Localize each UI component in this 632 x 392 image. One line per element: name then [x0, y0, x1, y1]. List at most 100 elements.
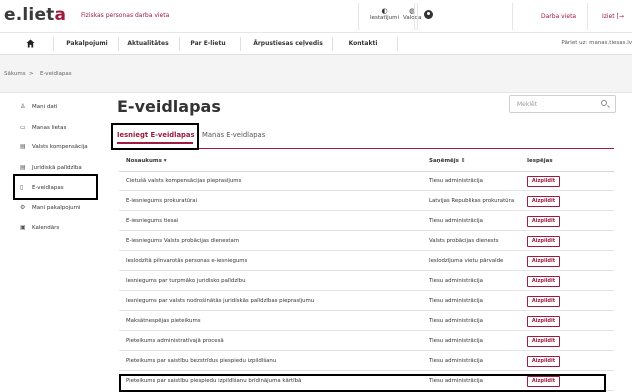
search-placeholder: Meklēt	[517, 101, 538, 108]
table-row: Cietušā valsts kompensācijas pieprasījum…	[119, 172, 614, 191]
form-name-cell: Pieteikums administratīvajā procesā	[126, 338, 224, 344]
sidebar-item-valsts-kompensacija[interactable]: ▤ Valsts kompensācija	[20, 143, 88, 150]
nav-item-aktualitates[interactable]: Aktualitātes	[122, 33, 174, 55]
column-header-iespejas: Iespējas	[527, 158, 553, 164]
calendar-icon: ▣	[20, 224, 26, 231]
recipient-cell: Tiesu administrācija	[429, 178, 483, 184]
logout-link[interactable]: Iziet [→	[602, 13, 624, 20]
sidebar-item-label: Manas lietas	[32, 125, 67, 131]
recipient-cell: Tiesu administrācija	[429, 338, 483, 344]
nav-item-par-e-lietu[interactable]: Par E-lietu	[182, 33, 234, 55]
nav-divider	[240, 37, 241, 51]
column-header-sanemejs[interactable]: Saņēmējs ⇕	[429, 158, 465, 164]
sidebar-item-mani-pakalpojumi[interactable]: ⚙ Mani pakalpojumi	[20, 204, 80, 211]
breadcrumb: Sākums > E-veidlapas	[0, 55, 632, 93]
table-row: Iesniegums par turpmāko juridisko palīdz…	[119, 272, 614, 291]
workplace-link[interactable]: Darba vieta	[541, 13, 576, 20]
globe-icon: ◍	[409, 7, 416, 15]
divider	[414, 3, 415, 30]
fill-form-button[interactable]: Aizpildīt	[527, 236, 560, 247]
logo[interactable]: e.lieta	[4, 5, 66, 25]
divider	[512, 3, 513, 30]
table-row: Ieslodzītā pilnvarotās personas e-iesnie…	[119, 252, 614, 271]
document-icon: ▤	[20, 164, 26, 171]
sidebar-item-manas-lietas[interactable]: ▭ Manas lietas	[20, 124, 66, 131]
fill-form-button[interactable]: Aizpildīt	[527, 316, 560, 327]
logo-main: e.liet	[4, 5, 55, 25]
logo-accent: a	[54, 5, 67, 25]
recipient-cell: Tiesu administrācija	[429, 358, 483, 364]
nav-divider	[397, 37, 398, 51]
nav-divider	[53, 37, 54, 51]
table-row: E-iesniegums Valsts probācijas dienestam…	[119, 232, 614, 251]
sidebar-item-label: Kalendārs	[32, 225, 60, 231]
highlight-box	[111, 123, 199, 150]
fill-form-button[interactable]: Aizpildīt	[527, 356, 560, 367]
highlight-box	[13, 174, 98, 200]
search-icon[interactable]	[601, 100, 607, 106]
nav-divider	[118, 37, 119, 51]
switch-portal-link[interactable]: Pāriet uz: manas.tiesas.lv	[561, 40, 632, 46]
column-header-nosaukums[interactable]: Nosaukums ▾	[126, 158, 167, 164]
fill-form-button[interactable]: Aizpildīt	[527, 256, 560, 267]
sidebar-item-kalendars[interactable]: ▣ Kalendārs	[20, 224, 59, 231]
form-name-cell: E-iesniegums tiesai	[126, 218, 179, 224]
table-row: Pieteikums administratīvajā procesā Tiesu…	[119, 332, 614, 351]
table-row: E-iesniegums prokuratūrai Latvijas Republ…	[119, 192, 614, 211]
form-name-cell: E-iesniegums Valsts probācijas dienestam	[126, 238, 240, 244]
table-header: Nosaukums ▾ Saņēmējs ⇕ Iespējas	[119, 151, 614, 172]
page-title: E-veidlapas	[117, 97, 221, 116]
site-subtitle: Fiziskas personas darba vieta	[81, 12, 170, 19]
recipient-cell: Latvijas Republikas prokuratūra	[429, 198, 515, 204]
breadcrumb-current: E-veidlapas	[40, 71, 72, 77]
table-row: Pieteikums par saistību bezstrīdus piesp…	[119, 352, 614, 371]
recipient-cell: Ieslodzījuma vietu pārvalde	[429, 258, 504, 264]
person-icon: ♙	[20, 103, 26, 110]
nav-item-arpustiesas-celvedis[interactable]: Ārpustiesas ceļvedis	[244, 33, 332, 55]
breadcrumb-home[interactable]: Sākums	[4, 71, 26, 77]
user-icon[interactable]	[424, 10, 433, 19]
sidebar-item-label: Juridiskā palīdzība	[32, 165, 82, 171]
contrast-icon: ◐	[381, 7, 388, 15]
top-bar: e.lieta Fiziskas personas darba vieta ◐ …	[0, 0, 632, 33]
document-icon: ▤	[20, 143, 26, 150]
home-icon[interactable]	[26, 39, 35, 48]
nav-divider	[179, 37, 180, 51]
recipient-cell: Valsts probācijas dienests	[429, 238, 499, 244]
recipient-cell: Tiesu administrācija	[429, 298, 483, 304]
fill-form-button[interactable]: Aizpildīt	[527, 276, 560, 287]
form-name-cell: E-iesniegums prokuratūrai	[126, 198, 198, 204]
sidebar-item-mani-dati[interactable]: ♙ Mani dati	[20, 103, 57, 110]
fill-form-button[interactable]: Aizpildīt	[527, 196, 560, 207]
breadcrumb-separator-icon: >	[29, 71, 34, 77]
fill-form-button[interactable]: Aizpildīt	[527, 216, 560, 227]
tab-manas-e-veidlapas[interactable]: Manas E-veidlapas	[202, 131, 265, 139]
sidebar-item-label: Valsts kompensācija	[32, 144, 88, 150]
highlight-box	[119, 374, 606, 392]
search-input[interactable]: Meklēt	[509, 95, 616, 113]
settings-button[interactable]: ◐ Iestatījumi	[370, 7, 399, 21]
nav-item-kontakti[interactable]: Kontakti	[336, 33, 390, 55]
nav-item-pakalpojumi[interactable]: Pakalpojumi	[62, 33, 112, 55]
form-name-cell: Cietušā valsts kompensācijas pieprasījum…	[126, 178, 242, 184]
sidebar-item-label: Mani pakalpojumi	[32, 205, 81, 211]
table-row: Iesniegums par valsts nodrošinātās jurid…	[119, 292, 614, 311]
form-name-cell: Iesniegums par turpmāko juridisko palīdz…	[126, 278, 246, 284]
fill-form-button[interactable]: Aizpildīt	[527, 336, 560, 347]
table-row: Maksātnespējas pieteikums Tiesu administr…	[119, 312, 614, 331]
sidebar-item-juridiska-palidziba[interactable]: ▤ Juridiskā palīdzība	[20, 164, 82, 171]
form-name-cell: Maksātnespējas pieteikums	[126, 318, 201, 324]
fill-form-button[interactable]: Aizpildīt	[527, 176, 560, 187]
divider	[417, 3, 418, 30]
settings-label: Iestatījumi	[370, 15, 399, 21]
form-name-cell: Ieslodzītā pilnvarotās personas e-iesnie…	[126, 258, 248, 264]
fill-form-button[interactable]: Aizpildīt	[527, 296, 560, 307]
language-button[interactable]: ◍ Valoda	[403, 7, 421, 21]
folder-icon: ▭	[20, 124, 26, 131]
table-row: E-iesniegums tiesai Tiesu administrācija A…	[119, 212, 614, 231]
recipient-cell: Tiesu administrācija	[429, 218, 483, 224]
form-name-cell: Pieteikums par saistību bezstrīdus piesp…	[126, 358, 277, 364]
divider	[358, 3, 359, 30]
recipient-cell: Tiesu administrācija	[429, 318, 483, 324]
sidebar-item-label: Mani dati	[32, 104, 58, 110]
